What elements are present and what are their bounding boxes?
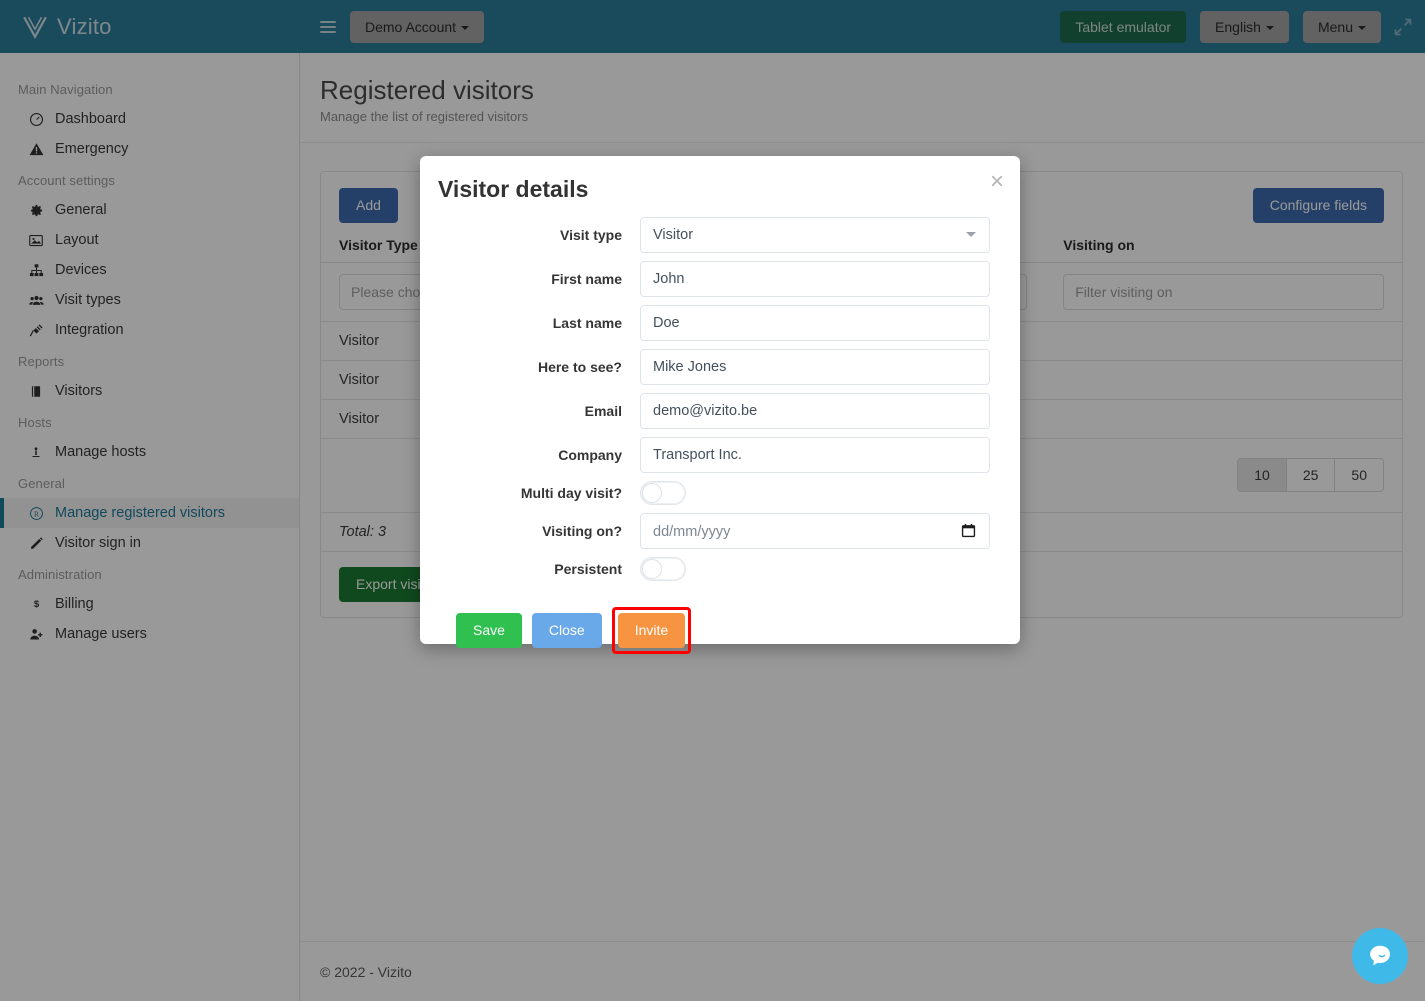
label-multi-day-visit: Multi day visit? — [520, 485, 622, 501]
control-here-to-see — [640, 349, 990, 385]
calendar-icon[interactable] — [961, 522, 976, 539]
label-email: Email — [584, 403, 622, 419]
visiting-on-date-wrap: dd/mm/yyyy — [640, 513, 990, 549]
field-row-visit-type: Visit type — [438, 217, 990, 253]
modal-title: Visitor details — [438, 176, 589, 202]
control-visit-type — [640, 217, 990, 253]
field-row-company: Company — [438, 437, 990, 473]
control-company — [640, 437, 990, 473]
last-name-input[interactable] — [640, 305, 990, 341]
label-first-name: First name — [551, 271, 622, 287]
modal-footer: Save Close Invite — [438, 589, 990, 654]
persistent-toggle[interactable] — [640, 557, 686, 581]
save-button[interactable]: Save — [456, 613, 522, 648]
label-here-to-see: Here to see? — [537, 359, 622, 375]
field-row-email: Email — [438, 393, 990, 429]
visit-type-select[interactable] — [640, 217, 990, 253]
control-last-name — [640, 305, 990, 341]
control-persistent — [640, 557, 990, 581]
label-visit-type: Visit type — [560, 227, 622, 243]
field-row-visiting-on: Visiting on? dd/mm/yyyy — [438, 513, 990, 549]
visitor-details-form: Visit type First name Last name — [420, 203, 1020, 654]
field-row-last-name: Last name — [438, 305, 990, 341]
control-email — [640, 393, 990, 429]
multi-day-visit-toggle[interactable] — [640, 481, 686, 505]
label-visiting-on: Visiting on? — [542, 523, 622, 539]
chat-bubble-icon — [1370, 945, 1390, 966]
toggle-knob — [642, 483, 662, 503]
close-button[interactable]: Close — [531, 613, 602, 648]
here-to-see-input[interactable] — [640, 349, 990, 385]
field-row-persistent: Persistent — [438, 557, 990, 581]
first-name-input[interactable] — [640, 261, 990, 297]
label-persistent: Persistent — [554, 561, 622, 577]
field-row-here-to-see: Here to see? — [438, 349, 990, 385]
field-row-first-name: First name — [438, 261, 990, 297]
control-multi-day — [640, 481, 990, 505]
close-icon[interactable]: × — [990, 170, 1004, 194]
email-input[interactable] — [640, 393, 990, 429]
company-input[interactable] — [640, 437, 990, 473]
visiting-on-date-input[interactable]: dd/mm/yyyy — [640, 513, 990, 549]
toggle-knob — [642, 559, 662, 579]
invite-button-highlight: Invite — [611, 607, 692, 654]
control-first-name — [640, 261, 990, 297]
visitor-details-modal: × Visitor details Visit type First name — [420, 156, 1020, 654]
control-visiting-on: dd/mm/yyyy — [640, 513, 990, 549]
label-company: Company — [558, 447, 622, 463]
chat-widget-button[interactable] — [1352, 928, 1408, 984]
invite-button[interactable]: Invite — [617, 613, 686, 648]
field-row-multi-day: Multi day visit? — [438, 481, 990, 505]
visit-type-select-wrap — [640, 217, 990, 253]
label-last-name: Last name — [552, 315, 622, 331]
